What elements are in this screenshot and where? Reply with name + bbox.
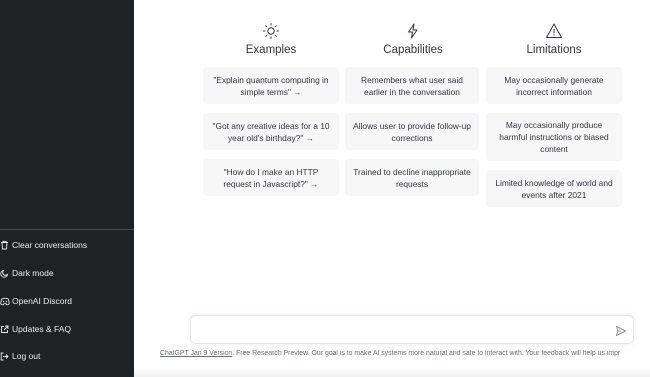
capability-card-2: Allows user to provide follow-up correct… [345,113,479,150]
discord-icon [0,297,12,306]
trash-icon [0,240,12,250]
examples-column: Examples [203,22,339,56]
sidebar-item-label: OpenAI Discord [12,296,72,306]
sun-icon [262,22,280,40]
example-card-3[interactable]: "How do I make an HTTP request in Javasc… [203,159,339,196]
column-title: Limitations [526,44,582,56]
main-area: Examples "Explain quantum computing in s… [134,0,650,377]
sidebar-item-label: Clear conversations [12,240,88,250]
footer-disclaimer: ChatGPT Jan 9 Version. Free Research Pre… [160,350,650,362]
limitation-card-3: Limited knowledge of world and events af… [486,170,622,207]
message-composer [190,315,634,344]
warning-icon [545,22,563,40]
logout-icon [0,352,12,361]
capability-card-3: Trained to decline inappropriate request… [345,159,479,196]
sidebar-item-dark-mode[interactable]: Dark mode [0,261,134,285]
sidebar-item-log-out[interactable]: Log out [0,344,134,368]
sidebar: Clear conversations Dark mode OpenAI Dis… [0,0,134,377]
limitations-column: Limitations [486,22,622,56]
capability-card-1: Remembers what user said earlier in the … [345,67,479,104]
external-link-icon [0,325,12,334]
sidebar-item-label: Updates & FAQ [12,324,72,334]
message-input[interactable] [199,320,603,341]
example-card-1[interactable]: "Explain quantum computing in simple ter… [203,67,339,104]
version-link[interactable]: ChatGPT Jan 9 Version [160,350,232,357]
limitation-card-1: May occasionally generate incorrect info… [486,67,622,104]
limitation-card-2: May occasionally produce harmful instruc… [486,113,622,161]
send-icon[interactable] [615,324,627,336]
column-title: Capabilities [383,44,443,56]
sidebar-item-label: Dark mode [12,268,54,278]
lightning-icon [404,22,422,40]
bottom-fade [134,368,650,377]
sidebar-item-label: Log out [12,351,41,361]
capabilities-column: Capabilities [345,22,481,56]
sidebar-divider [0,229,134,230]
column-title: Examples [245,44,297,56]
sidebar-item-openai-discord[interactable]: OpenAI Discord [0,289,134,313]
footer-text: . Free Research Preview. Our goal is to … [232,350,621,357]
sidebar-item-updates-faq[interactable]: Updates & FAQ [0,317,134,341]
sidebar-item-clear-conversations[interactable]: Clear conversations [0,233,134,257]
example-card-2[interactable]: "Got any creative ideas for a 10 year ol… [203,113,339,150]
moon-icon [0,269,12,278]
